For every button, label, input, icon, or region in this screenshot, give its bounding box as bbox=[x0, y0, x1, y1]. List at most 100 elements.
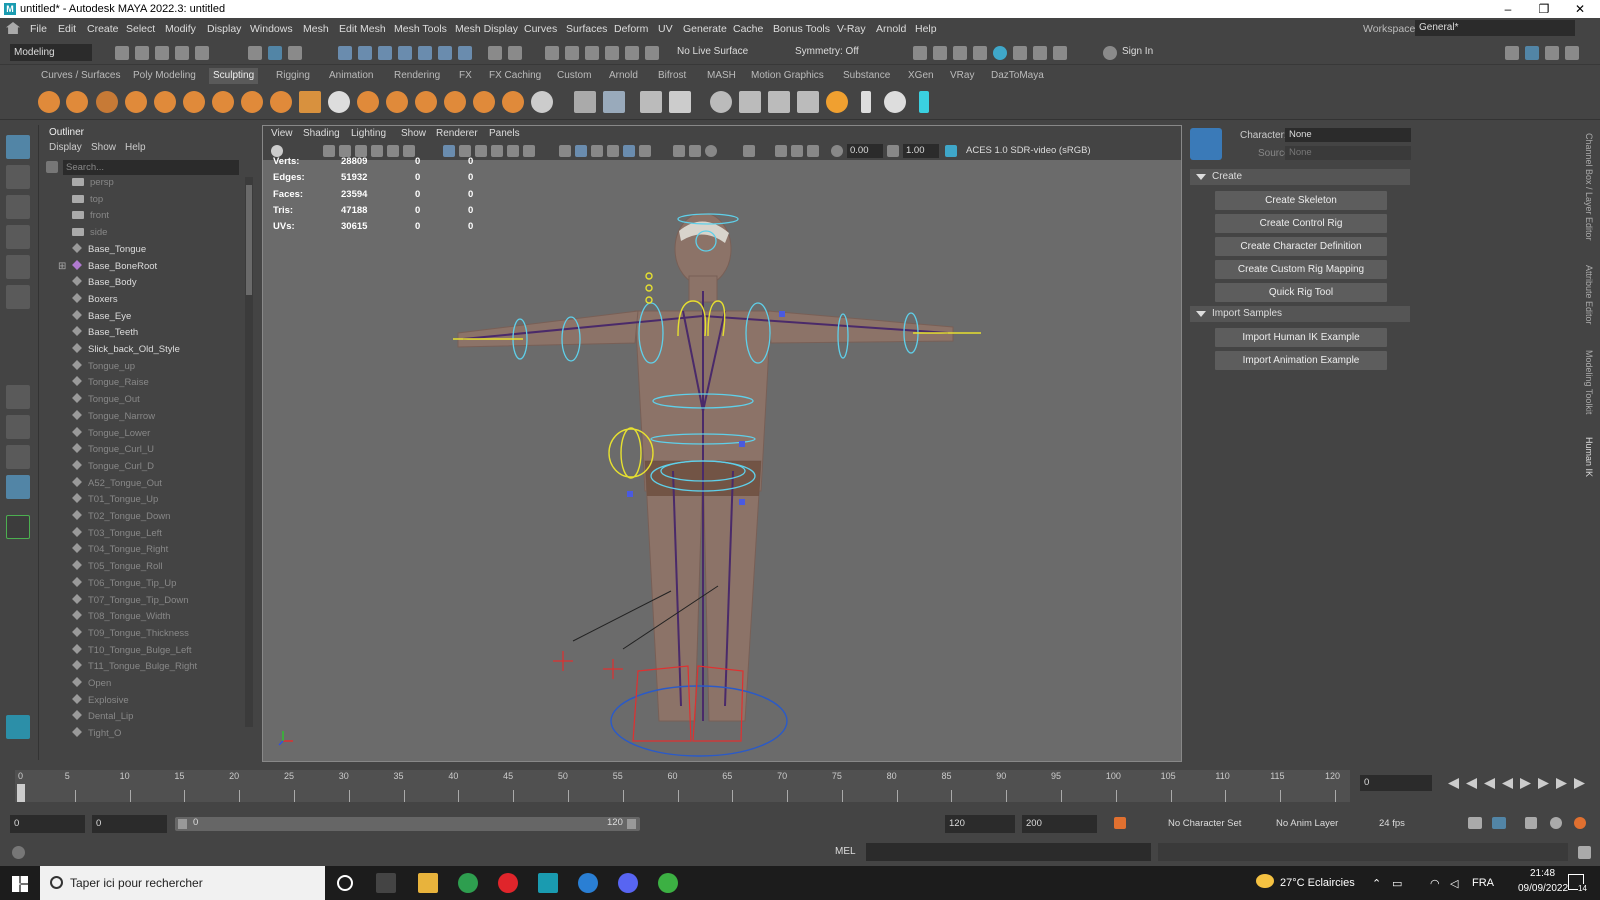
shelf-tab-animation[interactable]: Animation bbox=[329, 70, 373, 81]
clock-time[interactable]: 21:48 bbox=[1530, 868, 1555, 879]
outliner-item[interactable]: Boxers bbox=[72, 292, 118, 308]
lock-icon[interactable] bbox=[488, 46, 502, 60]
select-object-icon[interactable] bbox=[268, 46, 282, 60]
blend-shape-icon[interactable] bbox=[640, 91, 662, 113]
create-skeleton-button[interactable]: Create Skeleton bbox=[1215, 191, 1387, 210]
shelf-tab-rendering[interactable]: Rendering bbox=[394, 70, 440, 81]
panel-menu-renderer[interactable]: Renderer bbox=[436, 128, 478, 139]
film-gate-icon[interactable] bbox=[387, 145, 399, 157]
scrape-tool-icon[interactable] bbox=[357, 91, 379, 113]
shelf-tab-daztomaya[interactable]: DazToMaya bbox=[991, 70, 1044, 81]
freeze-tool-icon[interactable] bbox=[531, 91, 553, 113]
eraser-tool-icon[interactable] bbox=[797, 91, 819, 113]
side-tab-attribute-editor[interactable]: Attribute Editor bbox=[1584, 265, 1594, 325]
render-settings-icon[interactable] bbox=[625, 46, 639, 60]
outliner-item[interactable]: Tongue_Curl_D bbox=[72, 459, 154, 475]
menu-mesh[interactable]: Mesh bbox=[303, 23, 329, 35]
outliner-item[interactable]: front bbox=[72, 208, 109, 224]
panel-menu-shading[interactable]: Shading bbox=[303, 128, 340, 139]
exposure-icon[interactable] bbox=[831, 145, 843, 157]
save-scene-icon[interactable] bbox=[155, 46, 169, 60]
outliner-item[interactable]: T07_Tongue_Tip_Down bbox=[72, 593, 189, 609]
outliner-item[interactable]: Tongue_Lower bbox=[72, 426, 150, 442]
range-end-handle[interactable] bbox=[627, 819, 636, 829]
play-backwards-icon[interactable] bbox=[1502, 778, 1513, 789]
menu-curves[interactable]: Curves bbox=[524, 23, 557, 35]
outliner-item[interactable]: T06_Tongue_Tip_Up bbox=[72, 576, 176, 592]
close-button[interactable]: ✕ bbox=[1562, 0, 1598, 18]
menu-edit-mesh[interactable]: Edit Mesh bbox=[339, 23, 386, 35]
shelf-tab-curves-surfaces[interactable]: Curves / Surfaces bbox=[41, 70, 120, 81]
snap-point-icon[interactable] bbox=[378, 46, 392, 60]
animation-prefs-icon[interactable] bbox=[1550, 817, 1562, 829]
vector-displacement-icon[interactable] bbox=[768, 91, 790, 113]
display-settings-icon[interactable] bbox=[973, 46, 987, 60]
backface-culling-icon[interactable] bbox=[791, 145, 803, 157]
step-forward-key-icon[interactable] bbox=[1556, 778, 1567, 789]
range-slider-bar[interactable]: 0 120 bbox=[175, 817, 640, 831]
hypershade-window-icon[interactable] bbox=[993, 46, 1007, 60]
use-default-material-icon[interactable] bbox=[475, 145, 487, 157]
outliner-item[interactable]: Dental_Lip bbox=[72, 709, 133, 725]
bulge-tool-icon[interactable] bbox=[473, 91, 495, 113]
start-time-field[interactable]: 0 bbox=[10, 815, 85, 833]
undo-icon[interactable] bbox=[175, 46, 189, 60]
single-perspective-icon[interactable] bbox=[6, 385, 30, 409]
import-human-ik-example-button[interactable]: Import Human IK Example bbox=[1215, 328, 1387, 347]
outliner-item[interactable]: T03_Tongue_Left bbox=[72, 526, 162, 542]
texture-deformer-icon[interactable] bbox=[739, 91, 761, 113]
spray-tool-icon[interactable] bbox=[241, 91, 263, 113]
foamy-tool-icon[interactable] bbox=[212, 91, 234, 113]
shelf-tab-rigging[interactable]: Rigging bbox=[276, 70, 310, 81]
taskbar-search-input[interactable]: Taper ici pour rechercher bbox=[40, 866, 325, 900]
cortana-icon[interactable] bbox=[337, 875, 353, 891]
color-management-icon[interactable] bbox=[945, 145, 957, 157]
sound-icon[interactable] bbox=[1525, 817, 1537, 829]
command-input[interactable] bbox=[866, 843, 1151, 861]
menu-uv[interactable]: UV bbox=[658, 23, 673, 35]
opera-icon[interactable] bbox=[498, 873, 518, 893]
expand-icon[interactable]: ⊞ bbox=[58, 259, 66, 275]
shelf-tab-poly-modeling[interactable]: Poly Modeling bbox=[133, 70, 196, 81]
imprint-tool-icon[interactable] bbox=[299, 91, 321, 113]
current-frame-field[interactable]: 0 bbox=[1360, 775, 1432, 791]
outliner-item[interactable]: Slick_back_Old_Style bbox=[72, 342, 180, 358]
construction-history-icon[interactable] bbox=[508, 46, 522, 60]
shelf-tab-fx-caching[interactable]: FX Caching bbox=[489, 70, 541, 81]
exposure-field[interactable]: 0.00 bbox=[847, 144, 883, 158]
outliner-item[interactable]: T09_Tongue_Thickness bbox=[72, 626, 189, 642]
range-start-handle[interactable] bbox=[178, 819, 187, 829]
menu-create[interactable]: Create bbox=[87, 23, 119, 35]
outliner-item[interactable]: Open bbox=[72, 676, 111, 692]
outliner-layout-icon[interactable] bbox=[6, 475, 30, 499]
ipr-icon[interactable] bbox=[953, 46, 967, 60]
menu-select[interactable]: Select bbox=[126, 23, 155, 35]
use-all-lights-icon[interactable] bbox=[523, 145, 535, 157]
pinch-tool-icon[interactable] bbox=[154, 91, 176, 113]
fill-tool-icon[interactable] bbox=[386, 91, 408, 113]
help-icon[interactable] bbox=[12, 846, 25, 859]
grab-tool-icon[interactable] bbox=[125, 91, 147, 113]
auto-key-icon[interactable] bbox=[1114, 817, 1126, 829]
shelf-tab-arnold[interactable]: Arnold bbox=[609, 70, 638, 81]
weather-icon[interactable] bbox=[1256, 874, 1274, 888]
character-set-dropdown[interactable]: No Character Set bbox=[1168, 818, 1241, 829]
persp-outliner-icon[interactable] bbox=[6, 445, 30, 469]
maya-taskbar-icon[interactable] bbox=[538, 873, 558, 893]
tool-settings-toggle-icon[interactable] bbox=[1545, 46, 1559, 60]
smear-tool-icon[interactable] bbox=[444, 91, 466, 113]
menu-help[interactable]: Help bbox=[915, 23, 937, 35]
skeleton-icon[interactable] bbox=[861, 91, 871, 113]
wireframe-on-shaded-icon[interactable] bbox=[491, 145, 503, 157]
volume-icon[interactable]: ◁ bbox=[1450, 877, 1458, 890]
panel-menu-show[interactable]: Show bbox=[401, 128, 426, 139]
filter-icon[interactable] bbox=[46, 161, 58, 173]
shelf-tab-custom[interactable]: Custom bbox=[557, 70, 591, 81]
discord-icon[interactable] bbox=[618, 873, 638, 893]
redo-icon[interactable] bbox=[195, 46, 209, 60]
channel-box-toggle-icon[interactable] bbox=[1565, 46, 1579, 60]
outliner-item[interactable]: T04_Tongue_Right bbox=[72, 542, 168, 558]
output-ops-icon[interactable] bbox=[565, 46, 579, 60]
menu-file[interactable]: File bbox=[30, 23, 47, 35]
heads-up-icon[interactable] bbox=[743, 145, 755, 157]
